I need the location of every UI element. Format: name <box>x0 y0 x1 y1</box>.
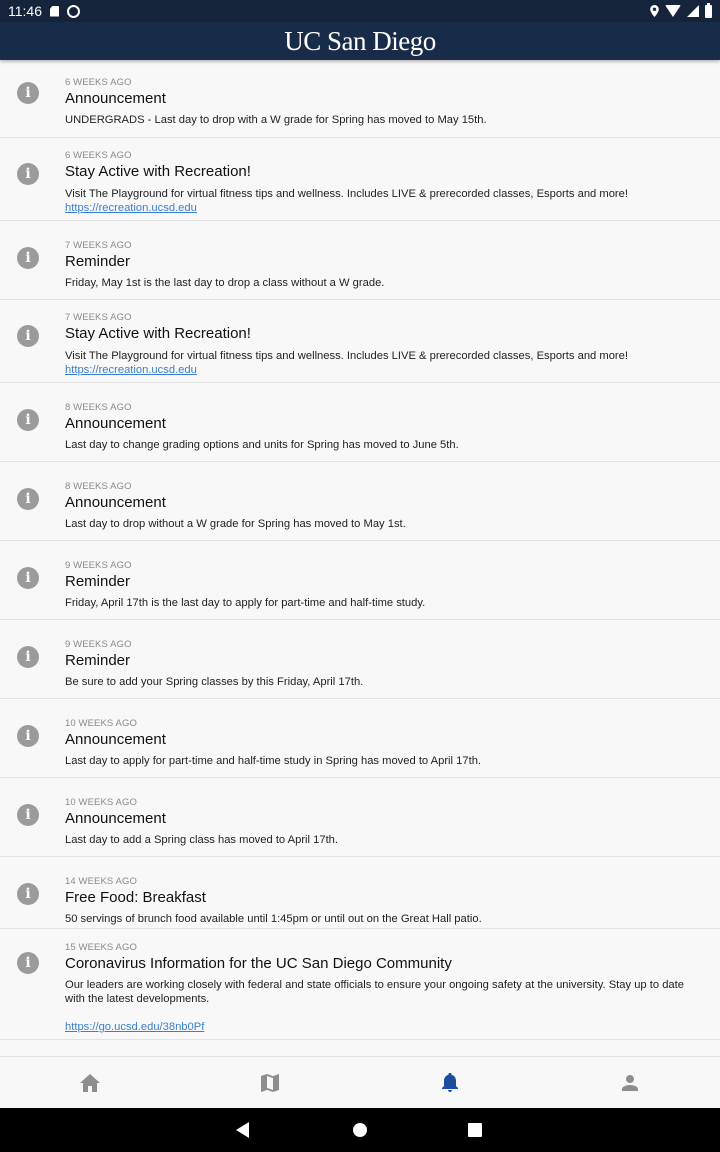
recents-icon[interactable] <box>468 1123 482 1137</box>
notification-time: 8 WEEKS AGO <box>65 481 132 492</box>
notification-link[interactable]: https://recreation.ucsd.edu <box>65 363 692 377</box>
notification-message: Friday, May 1st is the last day to drop … <box>65 277 385 289</box>
notification-title: Reminder <box>65 253 131 270</box>
notification-link[interactable]: https://recreation.ucsd.edu <box>65 201 692 215</box>
location-icon <box>650 5 659 17</box>
notification-title: Free Food: Breakfast <box>65 889 206 906</box>
notification-title: Coronavirus Information for the UC San D… <box>65 955 452 972</box>
notification-item[interactable]: i 6 WEEKS AGO Announcement UNDERGRADS - Las… <box>0 60 720 138</box>
tab-map[interactable] <box>180 1057 360 1108</box>
bottom-navigation <box>0 1056 720 1108</box>
notifications-list[interactable]: i 6 WEEKS AGO Announcement UNDERGRADS - Las… <box>0 60 720 1056</box>
notification-item[interactable]: i 15 WEEKS AGO Coronavirus Information for… <box>0 929 720 1040</box>
android-navigation-bar <box>0 1108 720 1152</box>
notification-message: Friday, April 17th is the last day to ap… <box>65 597 426 609</box>
info-icon: i <box>17 804 39 826</box>
notification-title: Stay Active with Recreation! <box>65 325 251 342</box>
person-icon <box>622 1074 638 1091</box>
notification-message: Be sure to add your Spring classes by th… <box>65 676 364 688</box>
back-icon[interactable] <box>236 1122 249 1138</box>
info-icon: i <box>17 488 39 510</box>
tab-profile[interactable] <box>540 1057 720 1108</box>
tab-home[interactable] <box>0 1057 180 1108</box>
home-circle-icon[interactable] <box>353 1123 367 1137</box>
info-icon: i <box>17 725 39 747</box>
home-icon <box>80 1073 100 1092</box>
info-icon: i <box>17 883 39 905</box>
notification-item[interactable]: i 14 WEEKS AGO Free Food: Breakfast 50 serv… <box>0 857 720 929</box>
notification-time: 10 WEEKS AGO <box>65 797 137 808</box>
notification-message: Visit The Playground for virtual fitness… <box>65 350 628 362</box>
notification-item[interactable]: i 7 WEEKS AGO Reminder Friday, May 1st is t… <box>0 221 720 300</box>
app-header: UC San Diego <box>0 22 720 60</box>
notification-title: Stay Active with Recreation! <box>65 163 251 180</box>
notification-time: 9 WEEKS AGO <box>65 639 132 650</box>
wifi-icon <box>665 5 681 17</box>
battery-icon <box>705 2 712 18</box>
notification-message: Last day to apply for part-time and half… <box>65 755 482 767</box>
notification-link[interactable]: https://go.ucsd.edu/38nb0Pf <box>65 1020 692 1034</box>
notification-time: 15 WEEKS AGO <box>65 942 137 953</box>
info-icon: i <box>17 325 39 347</box>
notification-message: Last day to change grading options and u… <box>65 439 459 451</box>
bell-icon <box>442 1073 458 1092</box>
notification-title: Announcement <box>65 731 166 748</box>
sd-card-icon <box>50 5 59 17</box>
notification-title: Reminder <box>65 652 131 669</box>
map-icon <box>261 1073 279 1092</box>
notification-time: 7 WEEKS AGO <box>65 240 132 251</box>
notification-time: 14 WEEKS AGO <box>65 876 137 887</box>
info-icon: i <box>17 567 39 589</box>
notification-title: Announcement <box>65 415 166 432</box>
notification-time: 6 WEEKS AGO <box>65 77 132 88</box>
notification-message: Visit The Playground for virtual fitness… <box>65 188 628 200</box>
info-icon: i <box>17 247 39 269</box>
notification-time: 6 WEEKS AGO <box>65 150 132 161</box>
notification-item[interactable]: i 7 WEEKS AGO Stay Active with Recreation!… <box>0 300 720 383</box>
notification-item[interactable]: i 9 WEEKS AGO Reminder Be sure to add your … <box>0 620 720 699</box>
tab-notifications[interactable] <box>360 1057 540 1108</box>
notification-title: Announcement <box>65 494 166 511</box>
notification-message: UNDERGRADS - Last day to drop with a W g… <box>65 114 487 126</box>
notification-time: 8 WEEKS AGO <box>65 402 132 413</box>
notification-item[interactable]: i 10 WEEKS AGO Announcement Last day to app… <box>0 699 720 778</box>
brand-logo: UC San Diego <box>284 25 436 56</box>
notification-item[interactable]: i 9 WEEKS AGO Reminder Friday, April 17th i… <box>0 541 720 620</box>
notification-item[interactable]: i 6 WEEKS AGO Stay Active with Recreation!… <box>0 138 720 221</box>
status-time: 11:46 <box>8 3 42 19</box>
notification-time: 10 WEEKS AGO <box>65 718 137 729</box>
info-icon: i <box>17 952 39 974</box>
notification-item[interactable]: i 10 WEEKS AGO Announcement Last day to add… <box>0 778 720 857</box>
notification-title: Reminder <box>65 573 131 590</box>
notification-time: 9 WEEKS AGO <box>65 560 132 571</box>
info-icon: i <box>17 163 39 185</box>
notification-title: Announcement <box>65 90 166 107</box>
notification-item[interactable]: i 8 WEEKS AGO Announcement Last day to chan… <box>0 383 720 462</box>
status-bar: 11:46 <box>0 0 720 22</box>
notification-message: Our leaders are working closely with fed… <box>65 979 684 1005</box>
info-icon: i <box>17 646 39 668</box>
info-icon: i <box>17 82 39 104</box>
notification-message: Last day to drop without a W grade for S… <box>65 518 406 530</box>
notification-message: Last day to add a Spring class has moved… <box>65 834 339 846</box>
info-icon: i <box>17 409 39 431</box>
notification-time: 7 WEEKS AGO <box>65 312 132 323</box>
notification-item[interactable]: i 8 WEEKS AGO Announcement Last day to drop… <box>0 462 720 541</box>
signal-icon <box>687 5 699 17</box>
sync-icon <box>67 4 80 18</box>
notification-title: Announcement <box>65 810 166 827</box>
notification-message: 50 servings of brunch food available unt… <box>65 913 482 925</box>
